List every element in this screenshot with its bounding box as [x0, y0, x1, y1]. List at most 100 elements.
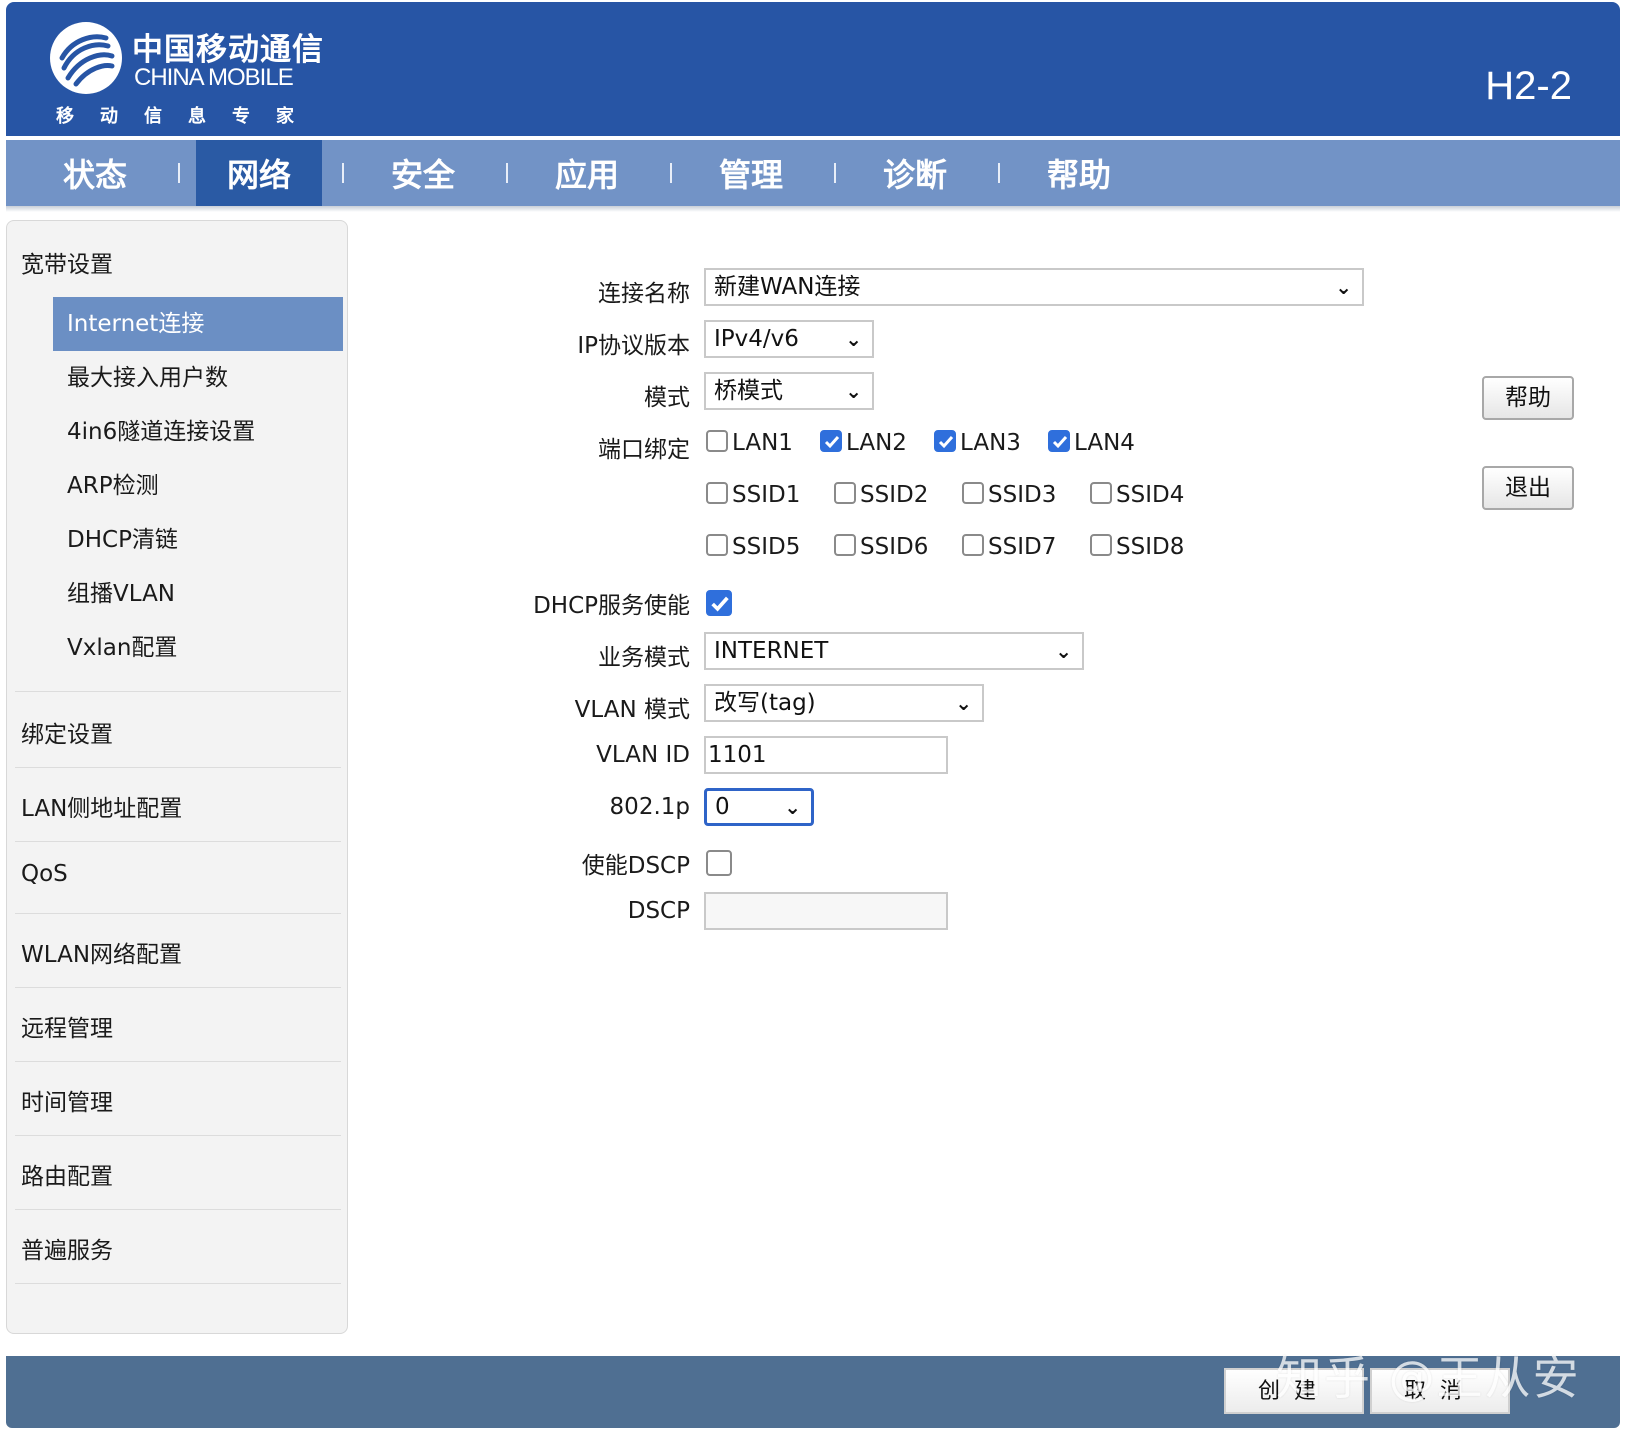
- vlan-mode-select[interactable]: 改写(tag) ⌄: [704, 684, 984, 722]
- lan3-checkbox[interactable]: [934, 430, 956, 452]
- lan2-checkbox[interactable]: [820, 430, 842, 452]
- sidebar-divider: [15, 913, 341, 914]
- sidebar-item-max-users[interactable]: 最大接入用户数: [53, 351, 343, 405]
- sidebar-item-multicast-vlan[interactable]: 组播VLAN: [53, 567, 343, 621]
- dhcp-enable-checkbox[interactable]: [706, 590, 732, 616]
- nav-separator: [342, 163, 344, 183]
- chevron-down-icon: ⌄: [1055, 639, 1072, 663]
- nav-tab-label: 帮助: [1046, 156, 1111, 194]
- sidebar-section-universal-service[interactable]: 普遍服务: [21, 1231, 113, 1265]
- dscp-input[interactable]: [704, 892, 948, 930]
- nav-tab-network[interactable]: 网络: [196, 140, 344, 206]
- chevron-down-icon: ⌄: [845, 327, 862, 351]
- dot1p-value: 0: [715, 794, 730, 820]
- ssid1-checkbox[interactable]: [706, 482, 728, 504]
- exit-button[interactable]: 退出: [1482, 466, 1574, 510]
- mode-select[interactable]: 桥模式 ⌄: [704, 372, 874, 410]
- ssid7-label: SSID7: [988, 534, 1057, 560]
- ssid3-label: SSID3: [988, 482, 1057, 508]
- vlan-mode-label: VLAN 模式: [574, 697, 690, 723]
- lan4-label: LAN4: [1074, 430, 1135, 456]
- connection-name-value: 新建WAN连接: [714, 274, 861, 300]
- sidebar-section-remote-mgmt[interactable]: 远程管理: [21, 1009, 113, 1043]
- ssid8-checkbox[interactable]: [1090, 534, 1112, 556]
- service-mode-label: 业务模式: [598, 645, 690, 671]
- nav-separator: [178, 163, 180, 183]
- dscp-label: DSCP: [627, 898, 690, 924]
- nav-tab-application[interactable]: 应用: [524, 140, 672, 206]
- dhcp-enable-label: DHCP服务使能: [533, 593, 690, 619]
- nav-shadow: [6, 206, 1620, 212]
- sidebar-section-routing[interactable]: 路由配置: [21, 1157, 113, 1191]
- lan4-checkbox[interactable]: [1048, 430, 1070, 452]
- ssid4-checkbox[interactable]: [1090, 482, 1112, 504]
- sidebar-divider: [15, 841, 341, 842]
- sidebar-section-qos[interactable]: QoS: [21, 861, 68, 887]
- port-binding-label: 端口绑定: [598, 437, 690, 463]
- nav-tab-label: 网络: [226, 156, 291, 194]
- lan1-checkbox[interactable]: [706, 430, 728, 452]
- ssid2-checkbox[interactable]: [834, 482, 856, 504]
- watermark-text: 知乎 @王从安: [1276, 1351, 1581, 1405]
- sidebar: 宽带设置 Internet连接 最大接入用户数 4in6隧道连接设置 ARP检测…: [6, 220, 348, 1334]
- ip-version-select[interactable]: IPv4/v6 ⌄: [704, 320, 874, 358]
- nav-tab-management[interactable]: 管理: [688, 140, 836, 206]
- ssid6-checkbox[interactable]: [834, 534, 856, 556]
- sidebar-divider: [15, 1209, 341, 1210]
- service-mode-select[interactable]: INTERNET ⌄: [704, 632, 1084, 670]
- sidebar-divider: [15, 767, 341, 768]
- lan2-label: LAN2: [846, 430, 907, 456]
- sidebar-section-wlan[interactable]: WLAN网络配置: [21, 935, 182, 969]
- sidebar-item-internet-connection[interactable]: Internet连接: [53, 297, 343, 351]
- ip-version-value: IPv4/v6: [714, 326, 799, 352]
- checkmark-icon: [938, 436, 954, 449]
- sidebar-item-4in6-tunnel[interactable]: 4in6隧道连接设置: [53, 405, 343, 459]
- lan1-label: LAN1: [732, 430, 793, 456]
- dscp-enable-checkbox[interactable]: [706, 850, 732, 876]
- nav-tab-label: 应用: [554, 156, 619, 194]
- header-banner: 中国移动通信 CHINA MOBILE 移动信息专家 H2-2: [6, 2, 1620, 136]
- sidebar-divider: [15, 1283, 341, 1284]
- ssid7-checkbox[interactable]: [962, 534, 984, 556]
- logo-english-text: CHINA MOBILE: [134, 64, 294, 91]
- sidebar-item-dhcp-clear[interactable]: DHCP清链: [53, 513, 343, 567]
- nav-separator: [998, 163, 1000, 183]
- sidebar-item-vxlan[interactable]: Vxlan配置: [53, 621, 343, 675]
- ssid4-label: SSID4: [1116, 482, 1185, 508]
- nav-tab-label: 管理: [718, 156, 783, 194]
- nav-tab-status[interactable]: 状态: [32, 140, 180, 206]
- device-model: H2-2: [1485, 64, 1572, 108]
- nav-tab-diagnosis[interactable]: 诊断: [852, 140, 1000, 206]
- nav-tab-help[interactable]: 帮助: [1016, 140, 1142, 206]
- dscp-enable-label: 使能DSCP: [581, 853, 690, 879]
- help-button[interactable]: 帮助: [1482, 376, 1574, 420]
- lan3-label: LAN3: [960, 430, 1021, 456]
- chevron-down-icon: ⌄: [845, 379, 862, 403]
- mode-value: 桥模式: [714, 378, 783, 404]
- checkmark-icon: [824, 436, 840, 449]
- dot1p-label: 802.1p: [609, 794, 690, 820]
- ssid1-label: SSID1: [732, 482, 801, 508]
- sidebar-divider: [15, 987, 341, 988]
- nav-separator: [834, 163, 836, 183]
- connection-name-select[interactable]: 新建WAN连接 ⌄: [704, 268, 1364, 306]
- vlan-id-input[interactable]: 1101: [704, 736, 948, 774]
- checkmark-icon: [1052, 436, 1068, 449]
- sidebar-section-broadband[interactable]: 宽带设置: [21, 245, 113, 279]
- sidebar-divider: [15, 1061, 341, 1062]
- sidebar-section-binding[interactable]: 绑定设置: [21, 715, 113, 749]
- sidebar-section-time-mgmt[interactable]: 时间管理: [21, 1083, 113, 1117]
- sidebar-section-lan-address[interactable]: LAN侧地址配置: [21, 789, 182, 823]
- dot1p-select[interactable]: 0 ⌄: [704, 788, 814, 826]
- nav-separator: [506, 163, 508, 183]
- nav-tab-label: 诊断: [882, 156, 947, 194]
- ssid5-checkbox[interactable]: [706, 534, 728, 556]
- sidebar-item-arp-detect[interactable]: ARP检测: [53, 459, 343, 513]
- chevron-down-icon: ⌄: [784, 795, 801, 819]
- ssid3-checkbox[interactable]: [962, 482, 984, 504]
- ip-version-label: IP协议版本: [577, 333, 690, 359]
- nav-tab-security[interactable]: 安全: [360, 140, 508, 206]
- logo-slogan: 移动信息专家: [56, 106, 320, 127]
- chevron-down-icon: ⌄: [955, 691, 972, 715]
- chevron-down-icon: ⌄: [1335, 275, 1352, 299]
